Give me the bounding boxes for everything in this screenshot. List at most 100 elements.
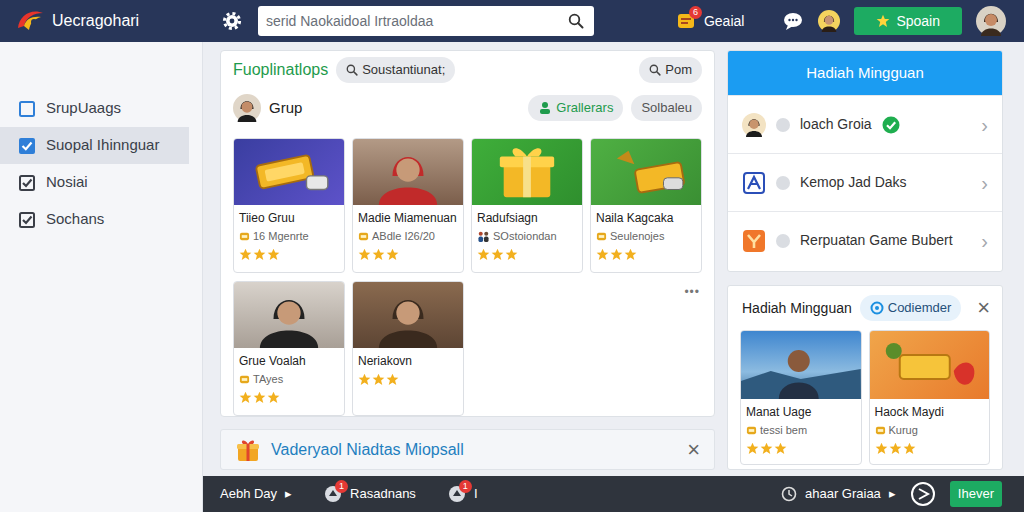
status-bar: Aebh Day ▸ 1Rasadnans 1I ahaar Graiaa▸ Ihever bbox=[203, 476, 1024, 512]
reward-label: Kemop Jad Daks bbox=[800, 172, 907, 193]
card-picture bbox=[591, 139, 701, 205]
sidebar-item[interactable]: SrupUaags bbox=[0, 90, 189, 127]
notice-button[interactable]: 6Geaial bbox=[676, 11, 744, 32]
card-title: Manat Uage bbox=[746, 404, 857, 420]
star-icon bbox=[267, 248, 280, 261]
alert-icon-wrap: 1 bbox=[324, 485, 342, 503]
card-subtitle: Seulenojes bbox=[596, 228, 697, 244]
more-button[interactable]: ••• bbox=[682, 281, 702, 303]
reward-card[interactable]: Radufsiagn SOstoiondan bbox=[471, 138, 583, 273]
sidebar-label: Sochans bbox=[46, 208, 104, 231]
star-rating bbox=[477, 248, 578, 261]
clock-icon bbox=[781, 486, 797, 502]
search-field[interactable] bbox=[266, 11, 562, 32]
reward-card[interactable]: Manat Uagetessi bem bbox=[740, 330, 862, 465]
play-icon[interactable] bbox=[910, 481, 936, 507]
menu-label: Aebh Day bbox=[220, 484, 277, 504]
verified-icon bbox=[882, 116, 900, 134]
sidebar-item[interactable]: Suopal Ihinnguar bbox=[0, 127, 189, 164]
star-icon bbox=[358, 373, 371, 386]
search-pill-label: Pom bbox=[665, 60, 692, 80]
ihever-button[interactable]: Ihever bbox=[950, 481, 1002, 507]
weekly-filter[interactable]: Codiemder bbox=[860, 295, 962, 321]
reward-item[interactable]: Rerpuatan Game Bubert› bbox=[728, 211, 1002, 269]
weekly-title: Hadiah Mingguan bbox=[742, 298, 852, 319]
card-title: Naila Kagcaka bbox=[596, 210, 697, 226]
star-icon bbox=[239, 248, 252, 261]
card-subtitle-text: SOstoiondan bbox=[493, 228, 557, 244]
alert-icon-wrap: 1 bbox=[448, 485, 466, 503]
search-box bbox=[258, 6, 594, 36]
reward-card[interactable]: Grue VoalahTAyes bbox=[233, 281, 345, 416]
status-item[interactable]: ahaar Graiaa▸ bbox=[781, 484, 896, 504]
star-icon bbox=[875, 442, 888, 455]
star-rating bbox=[239, 248, 340, 261]
close-button[interactable]: × bbox=[687, 439, 700, 461]
group-panel: FuoplinatlopsSoustantiunat;PomGrupGralle… bbox=[220, 50, 715, 417]
card-picture bbox=[353, 139, 463, 205]
reward-card[interactable]: Madie MiamenuanABdle I26/20 bbox=[352, 138, 464, 273]
action-label: Grallerars bbox=[556, 98, 613, 118]
card-picture bbox=[870, 331, 990, 399]
search-icon bbox=[346, 64, 358, 76]
card-picture bbox=[472, 139, 582, 205]
day-menu[interactable]: Aebh Day ▸ bbox=[220, 484, 292, 504]
user-avatar-icon[interactable] bbox=[818, 10, 840, 32]
card-body: Naila Kagcaka Seulenojes bbox=[591, 205, 701, 265]
checkbox-icon bbox=[18, 100, 36, 118]
reward-card[interactable]: Naila Kagcaka Seulenojes bbox=[590, 138, 702, 273]
sidebar-item[interactable]: Nosiai bbox=[0, 164, 189, 201]
rewards-title: Hadiah Mingguan bbox=[728, 51, 1002, 95]
reward-card[interactable]: Haock Maydi Kurug bbox=[869, 330, 991, 465]
reward-item[interactable]: loach Groia› bbox=[728, 95, 1002, 153]
action-pill[interactable]: Solbaleu bbox=[631, 95, 702, 121]
card-subtitle: ABdle I26/20 bbox=[358, 228, 459, 244]
group-actions: Grallerars Solbaleu bbox=[528, 95, 702, 121]
alert-item[interactable]: 1Rasadnans bbox=[324, 484, 416, 504]
alert-item[interactable]: 1I bbox=[448, 484, 478, 504]
card-title: Tiieo Gruu bbox=[239, 210, 340, 226]
filter-label: Soustantiunat; bbox=[362, 60, 445, 80]
chat-icon[interactable] bbox=[782, 11, 804, 31]
card-picture bbox=[234, 282, 344, 348]
status-dot bbox=[776, 176, 790, 190]
rewards-panel: Hadiah Mingguanloach Groia›Kemop Jad Dak… bbox=[727, 50, 1003, 272]
card-subtitle-text: ABdle I26/20 bbox=[372, 228, 435, 244]
gear-icon[interactable] bbox=[222, 11, 242, 31]
card-subtitle-text: Kurug bbox=[889, 422, 918, 438]
star-icon bbox=[358, 248, 371, 261]
top-bar: Uecragohari 6Geaial Spoain bbox=[0, 0, 1024, 42]
status-dot bbox=[776, 118, 790, 132]
star-icon bbox=[372, 373, 385, 386]
reward-card[interactable]: Tiieo Gruu16 Mgenrte bbox=[233, 138, 345, 273]
search-pill[interactable]: Pom bbox=[639, 57, 702, 83]
spoain-button[interactable]: Spoain bbox=[854, 7, 962, 35]
checkbox-icon bbox=[18, 211, 36, 229]
menu-arrow: ▸ bbox=[285, 484, 292, 504]
banner-text[interactable]: Vaderyaol Niadtas Miopsall bbox=[271, 438, 464, 462]
star-icon bbox=[253, 248, 266, 261]
filter-pill[interactable]: Soustantiunat; bbox=[336, 57, 455, 83]
star-rating bbox=[358, 373, 459, 386]
card-title: Radufsiagn bbox=[477, 210, 578, 226]
banner: Vaderyaol Niadtas Miopsall × bbox=[220, 429, 715, 470]
card-subtitle: Kurug bbox=[875, 422, 986, 438]
action-pill[interactable]: Grallerars bbox=[528, 95, 623, 121]
star-icon bbox=[372, 248, 385, 261]
star-rating bbox=[746, 442, 857, 455]
gift-icon bbox=[235, 437, 261, 463]
reward-item[interactable]: Kemop Jad Daks› bbox=[728, 153, 1002, 211]
status-dot bbox=[776, 234, 790, 248]
app-brand[interactable]: Uecragohari bbox=[16, 7, 206, 35]
weekly-filter-label: Codiemder bbox=[888, 298, 952, 318]
star-icon bbox=[889, 442, 902, 455]
close-button[interactable]: × bbox=[977, 297, 990, 319]
reward-label: loach Groia bbox=[800, 114, 872, 135]
sidebar-item[interactable]: Sochans bbox=[0, 201, 189, 238]
reward-card[interactable]: Neriakovn bbox=[352, 281, 464, 416]
profile-avatar-icon[interactable] bbox=[976, 6, 1006, 36]
card-subtitle-text: Seulenojes bbox=[610, 228, 664, 244]
star-icon bbox=[239, 391, 252, 404]
star-icon bbox=[610, 248, 623, 261]
card-title: Haock Maydi bbox=[875, 404, 986, 420]
